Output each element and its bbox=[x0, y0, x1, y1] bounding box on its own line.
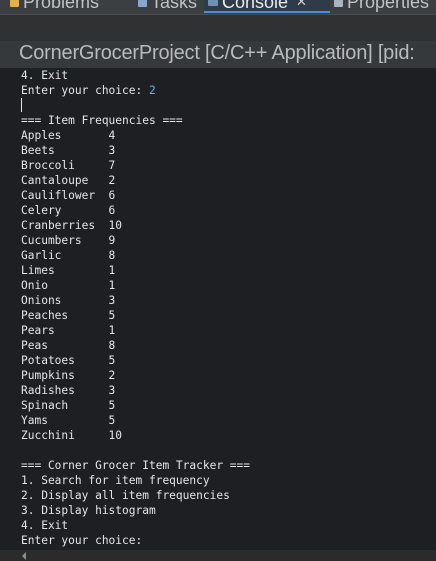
console-line-text: Garlic 8 bbox=[21, 249, 116, 262]
tab-label: Problems bbox=[23, 0, 100, 12]
console-line-text: 2. Display all item frequencies bbox=[21, 489, 230, 502]
tab-label: Tasks bbox=[151, 0, 198, 12]
console-line-text: Onions 3 bbox=[21, 294, 116, 307]
console-line: Limes 1 bbox=[21, 263, 250, 278]
console-line: Yams 5 bbox=[21, 413, 250, 428]
console-line-text: Broccoli 7 bbox=[21, 159, 116, 172]
console-line-text: Limes 1 bbox=[21, 264, 116, 277]
tab-console[interactable]: Console ✕ bbox=[204, 0, 330, 13]
console-line: Cauliflower 6 bbox=[21, 188, 250, 203]
tasks-icon bbox=[138, 0, 147, 7]
console-line-text: Beets 3 bbox=[21, 144, 116, 157]
console-line-text: === Item Frequencies === bbox=[21, 114, 183, 127]
console-line-text: Peas 8 bbox=[21, 339, 116, 352]
console-line: Cranberries 10 bbox=[21, 218, 250, 233]
tab-label: Console bbox=[222, 0, 289, 12]
console-line: Beets 3 bbox=[21, 143, 250, 158]
console-line: Spinach 5 bbox=[21, 398, 250, 413]
console-line: Pears 1 bbox=[21, 323, 250, 338]
console-line-text: === Corner Grocer Item Tracker === bbox=[21, 459, 251, 472]
console-line: Garlic 8 bbox=[21, 248, 250, 263]
console-toolbar bbox=[0, 15, 436, 41]
console-line-text: Cucumbers 9 bbox=[21, 234, 116, 247]
console-line-text: Apples 4 bbox=[21, 129, 116, 142]
eclipse-console-view: Problems Tasks Console ✕ Properties Corn… bbox=[0, 0, 436, 561]
console-line: 4. Exit bbox=[21, 518, 250, 533]
console-line: 3. Display histogram bbox=[21, 503, 250, 518]
console-line-text: Potatoes 5 bbox=[21, 354, 116, 367]
console-line: Radishes 3 bbox=[21, 383, 250, 398]
problems-icon bbox=[10, 0, 19, 7]
console-line: Potatoes 5 bbox=[21, 353, 250, 368]
console-line-text: Peaches 5 bbox=[21, 309, 116, 322]
view-tab-bar: Problems Tasks Console ✕ Properties bbox=[0, 0, 436, 15]
console-line-text: Enter your choice: bbox=[21, 84, 149, 97]
console-line: Peas 8 bbox=[21, 338, 250, 353]
console-line-text: Cranberries 10 bbox=[21, 219, 123, 232]
process-title-text: CornerGrocerProject [C/C++ Application] … bbox=[19, 42, 415, 64]
tab-problems[interactable]: Problems bbox=[10, 0, 99, 13]
user-input-text: 2 bbox=[148, 84, 156, 97]
console-line: Cantaloupe 2 bbox=[21, 173, 250, 188]
console-line: Onio 1 bbox=[21, 278, 250, 293]
console-line: Onions 3 bbox=[21, 293, 250, 308]
horizontal-scrollbar[interactable] bbox=[0, 550, 436, 561]
console-line: Apples 4 bbox=[21, 128, 250, 143]
console-line-text: 3. Display histogram bbox=[21, 504, 156, 517]
console-line-text: 4. Exit bbox=[21, 69, 69, 82]
console-line-text: Pears 1 bbox=[21, 324, 116, 337]
console-line: === Corner Grocer Item Tracker === bbox=[21, 458, 250, 473]
console-line: === Item Frequencies === bbox=[21, 113, 250, 128]
console-line: Broccoli 7 bbox=[21, 158, 250, 173]
console-line: Peaches 5 bbox=[21, 308, 250, 323]
text-cursor bbox=[21, 98, 22, 112]
console-line: 1. Search for item frequency bbox=[21, 473, 250, 488]
console-line: 2. Display all item frequencies bbox=[21, 488, 250, 503]
console-icon bbox=[208, 0, 218, 6]
close-icon[interactable]: ✕ bbox=[296, 0, 307, 10]
console-line-text: Cantaloupe 2 bbox=[21, 174, 116, 187]
console-line-text: Yams 5 bbox=[21, 414, 116, 427]
console-line: Cucumbers 9 bbox=[21, 233, 250, 248]
console-line-text: Zucchini 10 bbox=[21, 429, 123, 442]
console-line-text: 1. Search for item frequency bbox=[21, 474, 210, 487]
console-line: Zucchini 10 bbox=[21, 428, 250, 443]
console-line-text: 4. Exit bbox=[21, 519, 69, 532]
console-line-text: Radishes 3 bbox=[21, 384, 116, 397]
tab-tasks[interactable]: Tasks bbox=[138, 0, 197, 13]
console-line-text: Spinach 5 bbox=[21, 399, 116, 412]
console-line: 4. Exit bbox=[21, 68, 250, 83]
console-process-title: CornerGrocerProject [C/C++ Application] … bbox=[0, 41, 436, 69]
console-line-text: Pumpkins 2 bbox=[21, 369, 116, 382]
console-line-text: Celery 6 bbox=[21, 204, 116, 217]
scroll-left-arrow-icon[interactable] bbox=[22, 552, 26, 560]
tab-properties[interactable]: Properties bbox=[334, 0, 429, 13]
console-output[interactable]: 4. Exit Enter your choice: 2 === Item Freq… bbox=[0, 68, 436, 550]
console-line-text: Cauliflower 6 bbox=[21, 189, 116, 202]
console-lines: 4. Exit Enter your choice: 2 === Item Freq… bbox=[21, 68, 250, 548]
console-line-text: Enter your choice: bbox=[21, 534, 149, 547]
console-line-text: Onio 1 bbox=[21, 279, 116, 292]
tab-label: Properties bbox=[347, 0, 430, 12]
console-line: Enter your choice: bbox=[21, 533, 250, 548]
console-line: Enter your choice: 2 bbox=[21, 83, 250, 98]
properties-icon bbox=[334, 0, 343, 7]
console-line: Celery 6 bbox=[21, 203, 250, 218]
console-line: Pumpkins 2 bbox=[21, 368, 250, 383]
